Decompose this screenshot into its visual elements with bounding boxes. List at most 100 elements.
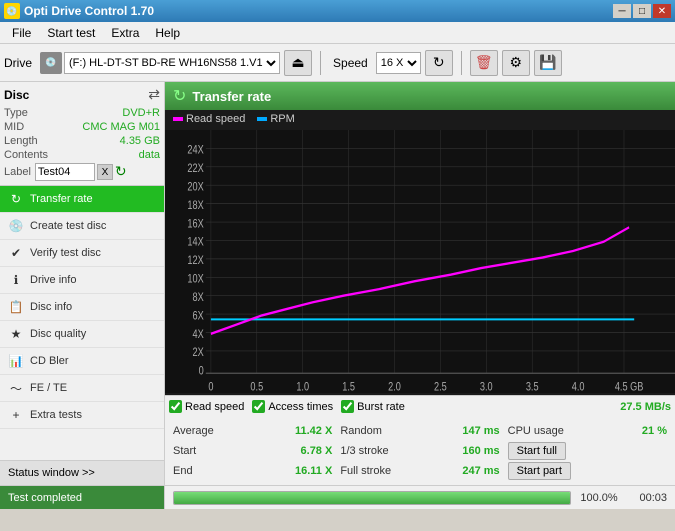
progress-container: 100.0% 00:03 xyxy=(165,486,675,509)
window-title: Opti Drive Control 1.70 xyxy=(24,4,154,18)
access-times-checkbox[interactable] xyxy=(252,400,265,413)
start-full-button[interactable]: Start full xyxy=(508,442,566,460)
sidebar-item-drive-info-label: Drive info xyxy=(30,274,156,286)
disc-mid-row: MID CMC MAG M01 xyxy=(4,121,160,133)
close-button[interactable]: ✕ xyxy=(653,4,671,18)
svg-text:22X: 22X xyxy=(187,162,203,175)
svg-text:1.5: 1.5 xyxy=(342,380,355,393)
disc-label-input[interactable] xyxy=(35,163,95,181)
burst-rate-value: 27.5 MB/s xyxy=(620,401,671,413)
transfer-rate-icon: ↻ xyxy=(8,191,24,207)
read-speed-check-label: Read speed xyxy=(185,401,244,413)
stat-block-speed: Average 11.42 X Start 6.78 X End 16.11 X xyxy=(169,419,336,483)
title-bar-left: 💿 Opti Drive Control 1.70 xyxy=(4,3,154,19)
cpu-row: CPU usage 21 % xyxy=(508,421,667,441)
legend-read-speed: Read speed xyxy=(173,113,245,125)
svg-text:0.5: 0.5 xyxy=(250,380,263,393)
read-speed-checkbox[interactable] xyxy=(169,400,182,413)
menu-start-test[interactable]: Start test xyxy=(39,24,103,42)
read-speed-legend-label: Read speed xyxy=(186,113,245,125)
sidebar-item-transfer-rate[interactable]: ↻ Transfer rate xyxy=(0,186,164,213)
sidebar-item-fe-te-label: FE / TE xyxy=(30,382,156,394)
chart-icon: ↻ xyxy=(173,86,186,106)
eject-button[interactable]: ⏏ xyxy=(284,50,312,76)
svg-text:16X: 16X xyxy=(187,217,203,230)
svg-text:3.0: 3.0 xyxy=(480,380,493,393)
average-label: Average xyxy=(173,425,214,437)
random-value: 147 ms xyxy=(462,425,499,437)
svg-text:10X: 10X xyxy=(187,272,203,285)
status-window-label: Status window >> xyxy=(8,467,95,479)
start-full-row[interactable]: Start full xyxy=(508,441,667,461)
save-button[interactable]: 💾 xyxy=(534,50,562,76)
chart-svg: 24X 22X 20X 18X 16X 14X 12X 10X 8X 6X 4X… xyxy=(165,130,675,393)
disc-label-clear-button[interactable]: X xyxy=(97,164,113,180)
status-bar: Test completed 100.0% 00:03 xyxy=(0,485,675,509)
disc-contents-row: Contents data xyxy=(4,149,160,161)
sidebar-item-disc-info[interactable]: 📋 Disc info xyxy=(0,294,164,321)
sidebar-item-disc-quality[interactable]: ★ Disc quality xyxy=(0,321,164,348)
menu-help[interactable]: Help xyxy=(147,24,188,42)
settings-button[interactable]: ⚙ xyxy=(502,50,530,76)
svg-text:24X: 24X xyxy=(187,144,203,157)
disc-quality-icon: ★ xyxy=(8,326,24,342)
drive-dropdown[interactable]: (F:) HL-DT-ST BD-RE WH16NS58 1.V1 xyxy=(64,52,280,74)
svg-text:20X: 20X xyxy=(187,180,203,193)
sidebar-item-fe-te[interactable]: 〜 FE / TE xyxy=(0,375,164,402)
maximize-button[interactable]: □ xyxy=(633,4,651,18)
menu-file[interactable]: File xyxy=(4,24,39,42)
end-row: End 16.11 X xyxy=(173,461,332,481)
end-label: End xyxy=(173,465,193,477)
progress-percent: 100.0% xyxy=(579,492,619,504)
sidebar-item-transfer-rate-label: Transfer rate xyxy=(30,193,156,205)
progress-time: 00:03 xyxy=(627,492,667,504)
svg-text:14X: 14X xyxy=(187,236,203,249)
sidebar-item-create-test-disc-label: Create test disc xyxy=(30,220,156,232)
cpu-label: CPU usage xyxy=(508,425,564,437)
fe-te-icon: 〜 xyxy=(8,380,24,396)
refresh-speed-button[interactable]: ↻ xyxy=(425,50,453,76)
separator-1 xyxy=(320,51,321,75)
disc-label-text: Label xyxy=(4,166,31,178)
sidebar-item-drive-info[interactable]: ℹ Drive info xyxy=(0,267,164,294)
menu-extra[interactable]: Extra xyxy=(103,24,147,42)
sidebar-item-cd-bler[interactable]: 📊 CD Bler xyxy=(0,348,164,375)
start-label: Start xyxy=(173,445,196,457)
separator-2 xyxy=(461,51,462,75)
start-value: 6.78 X xyxy=(301,445,333,457)
chart-canvas: 24X 22X 20X 18X 16X 14X 12X 10X 8X 6X 4X… xyxy=(165,128,675,395)
cpu-value: 21 % xyxy=(642,425,667,437)
sidebar-item-disc-info-label: Disc info xyxy=(30,301,156,313)
main-area: Disc ⇄ Type DVD+R MID CMC MAG M01 Length… xyxy=(0,82,675,485)
sidebar-item-verify-test-disc[interactable]: ✔ Verify test disc xyxy=(0,240,164,267)
disc-type-label: Type xyxy=(4,107,28,119)
svg-text:3.5: 3.5 xyxy=(526,380,539,393)
svg-text:8X: 8X xyxy=(193,291,204,304)
sidebar-item-create-test-disc[interactable]: 💿 Create test disc xyxy=(0,213,164,240)
disc-refresh-icon[interactable]: ⇄ xyxy=(148,86,160,103)
burst-rate-display: 27.5 MB/s xyxy=(620,401,671,413)
full-stroke-value: 247 ms xyxy=(462,465,499,477)
disc-type-row: Type DVD+R xyxy=(4,107,160,119)
stroke13-label: 1/3 stroke xyxy=(340,445,388,457)
svg-text:0: 0 xyxy=(199,365,204,378)
svg-text:2.0: 2.0 xyxy=(388,380,401,393)
start-part-row[interactable]: Start part xyxy=(508,461,667,481)
disc-type-value: DVD+R xyxy=(122,107,160,119)
disc-contents-label: Contents xyxy=(4,149,48,161)
start-part-button[interactable]: Start part xyxy=(508,462,571,480)
speed-dropdown[interactable]: 16 X xyxy=(376,52,421,74)
sidebar-item-extra-tests[interactable]: + Extra tests xyxy=(0,402,164,429)
status-window-button[interactable]: Status window >> xyxy=(0,460,164,485)
clear-button[interactable]: 🗑 xyxy=(470,50,498,76)
disc-length-row: Length 4.35 GB xyxy=(4,135,160,147)
title-bar: 💿 Opti Drive Control 1.70 ─ □ ✕ xyxy=(0,0,675,22)
disc-label-reload-icon[interactable]: ↻ xyxy=(115,163,133,181)
access-times-check-label: Access times xyxy=(268,401,333,413)
random-row: Random 147 ms xyxy=(340,421,499,441)
svg-text:1.0: 1.0 xyxy=(296,380,309,393)
drive-label: Drive xyxy=(4,56,32,70)
burst-rate-checkbox[interactable] xyxy=(341,400,354,413)
progress-bar-outer xyxy=(173,491,571,505)
minimize-button[interactable]: ─ xyxy=(613,4,631,18)
